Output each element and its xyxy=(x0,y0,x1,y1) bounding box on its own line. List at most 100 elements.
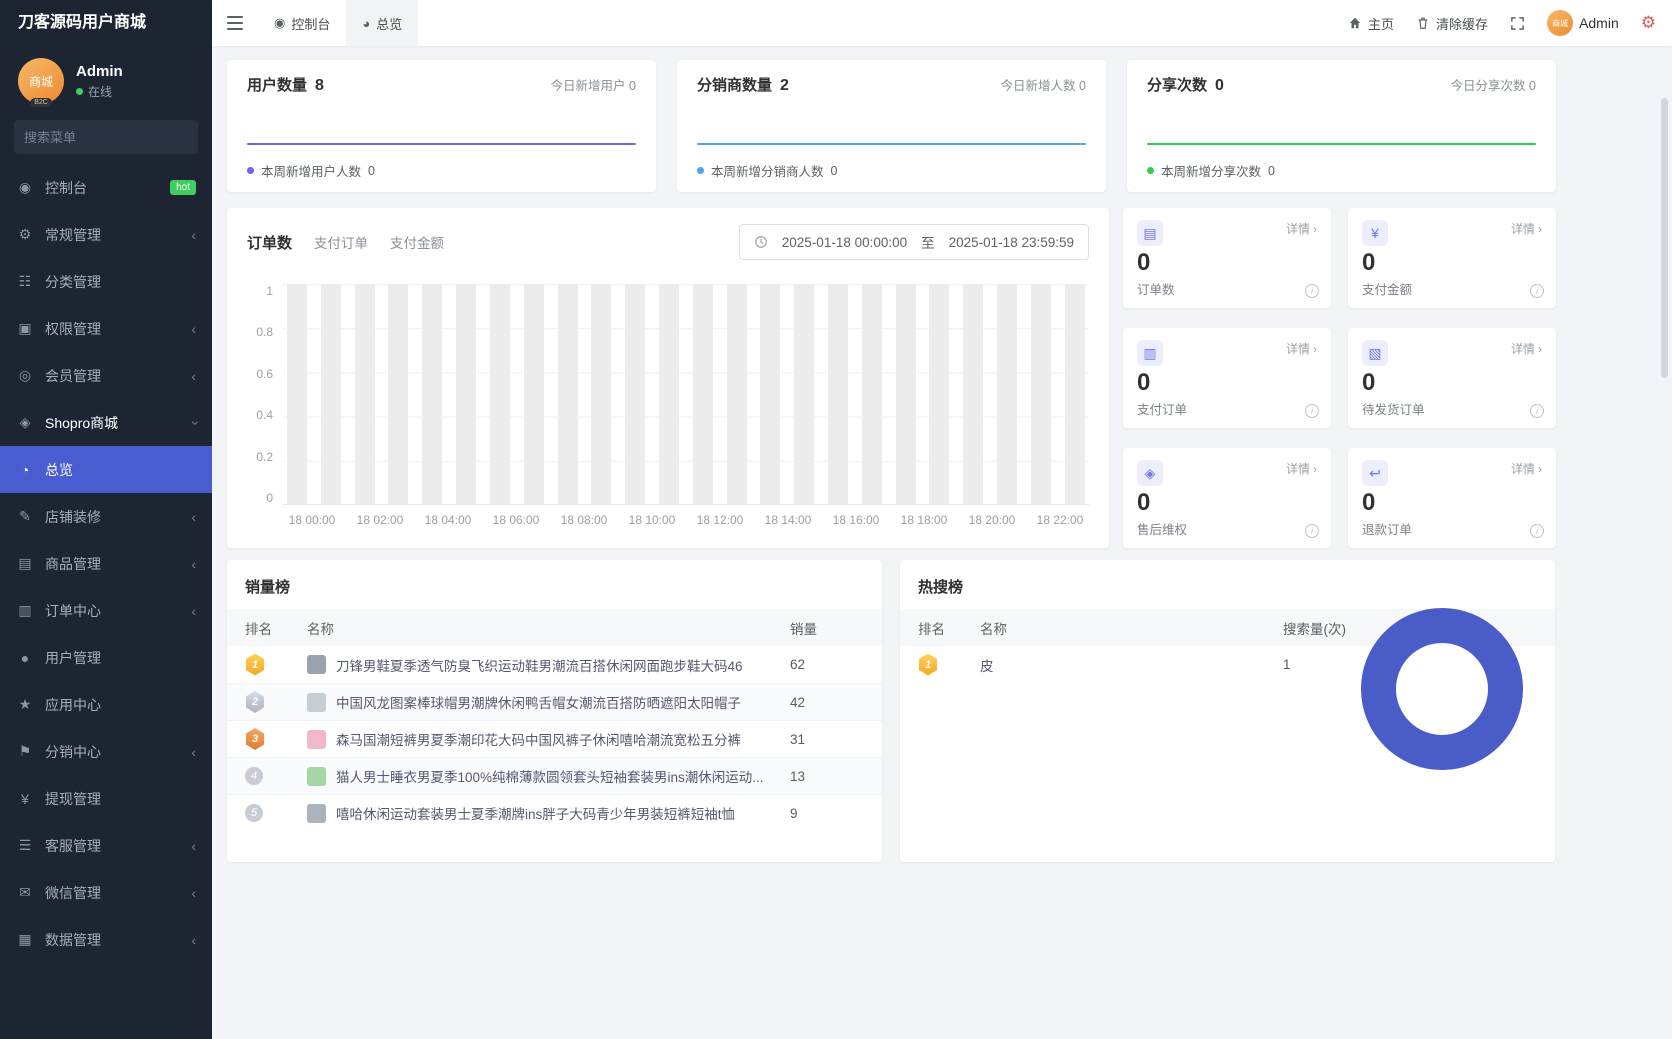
menu-toggle-icon[interactable] xyxy=(212,0,258,46)
sidebar-item-category[interactable]: ☷ 分类管理 xyxy=(0,258,212,305)
detail-link[interactable]: 详情 › xyxy=(1286,220,1317,237)
tab-label: 总览 xyxy=(376,16,403,32)
hot-search-title: 热搜榜 xyxy=(918,579,964,596)
arrow-right-icon: › xyxy=(1538,221,1542,236)
detail-link[interactable]: 详情 › xyxy=(1286,340,1317,357)
overview-icon: ◔ xyxy=(20,461,30,478)
table-row[interactable]: 5 嘻哈休闲运动套装男士夏季潮牌ins胖子大码青少年男装短裤短袖t恤 9 xyxy=(227,794,882,831)
info-icon[interactable]: i xyxy=(1305,404,1319,418)
stat-cards-row: 用户数量 8 今日新增用户 0 本周新增用户人数 0 分销商数量 2 今日新增人… xyxy=(227,60,1556,192)
sidebar-item-withdraw[interactable]: ¥ 提现管理 xyxy=(0,775,212,822)
sidebar-item-shopro[interactable]: ◈ Shopro商城 ‹ xyxy=(0,399,212,446)
user-profile[interactable]: 商城 B2C Admin 在线 xyxy=(0,46,212,114)
product-thumb xyxy=(307,655,326,674)
search-input[interactable] xyxy=(24,129,200,145)
keyword[interactable]: 皮 xyxy=(980,655,994,675)
sidebar-item-apps[interactable]: ★ 应用中心 xyxy=(0,681,212,728)
sidebar-item-orders[interactable]: ▥ 订单中心 ‹ xyxy=(0,587,212,634)
table-row[interactable]: 3 森马国潮短裤男夏季潮印花大码中国风裤子休闲嘻哈潮流宽松五分裤 31 xyxy=(227,720,882,757)
info-icon[interactable]: i xyxy=(1305,284,1319,298)
refund-icon: ↩ xyxy=(1362,460,1388,486)
rank-5-icon: 5 xyxy=(245,804,263,822)
tab-order-count[interactable]: 订单数 xyxy=(247,232,292,253)
fullscreen-button[interactable] xyxy=(1510,16,1525,31)
stat-today: 今日新增用户 0 xyxy=(550,79,636,93)
home-button[interactable]: 主页 xyxy=(1348,14,1394,33)
sidebar-item-users[interactable]: ● 用户管理 xyxy=(0,634,212,681)
date-range-picker[interactable]: 2025-01-18 00:00:00 至 2025-01-18 23:59:5… xyxy=(738,224,1089,260)
sidebar-item-service[interactable]: ☰ 客服管理 ‹ xyxy=(0,822,212,869)
sidebar-item-label: 微信管理 xyxy=(45,884,101,901)
info-icon[interactable]: i xyxy=(1530,524,1544,538)
detail-link[interactable]: 详情 › xyxy=(1511,460,1542,477)
user-icon: ● xyxy=(20,649,30,666)
arrow-right-icon: › xyxy=(1313,461,1317,476)
chevron-left-icon: ‹ xyxy=(191,931,196,948)
table-row[interactable]: 2 中国风龙图案棒球帽男潮牌休闲鸭舌帽女潮流百搭防晒遮阳太阳帽子 42 xyxy=(227,683,882,720)
chart-bar xyxy=(456,284,477,504)
clear-cache-button[interactable]: 清除缓存 xyxy=(1416,14,1488,33)
chart-bar xyxy=(1064,284,1085,504)
sidebar-item-general[interactable]: ⚙ 常规管理 ‹ xyxy=(0,211,212,258)
rank-4-icon: 4 xyxy=(245,767,263,785)
tab-pay-amount[interactable]: 支付金额 xyxy=(390,232,444,252)
bar-chart: 1 0.8 0.6 0.4 0.2 0 18 00:00 18 02:00 18 04:00 1 xyxy=(247,284,1089,532)
member-icon: ◎ xyxy=(18,367,32,383)
tab-pay-orders[interactable]: 支付订单 xyxy=(314,232,368,252)
sidebar-item-goods[interactable]: ▤ 商品管理 ‹ xyxy=(0,540,212,587)
chart-icon: ▦ xyxy=(18,931,32,947)
admin-menu[interactable]: 商城 Admin xyxy=(1547,10,1619,36)
order-chart-card: 订单数 支付订单 支付金额 2025-01-18 00:00:00 至 2025… xyxy=(227,208,1109,548)
detail-link[interactable]: 详情 › xyxy=(1286,460,1317,477)
sidebar-item-data[interactable]: ▦ 数据管理 ‹ xyxy=(0,916,212,963)
product-name[interactable]: 森马国潮短裤男夏季潮印花大码中国风裤子休闲嘻哈潮流宽松五分裤 xyxy=(336,729,741,749)
chevron-left-icon: ‹ xyxy=(191,743,196,760)
sidebar-item-permission[interactable]: ▣ 权限管理 ‹ xyxy=(0,305,212,352)
date-end: 2025-01-18 23:59:59 xyxy=(948,234,1074,250)
detail-link[interactable]: 详情 › xyxy=(1511,340,1542,357)
sidebar-item-console[interactable]: ◉ 控制台 hot xyxy=(0,164,212,211)
info-icon[interactable]: i xyxy=(1530,284,1544,298)
legend-dot-icon xyxy=(247,167,254,174)
y-axis-label: 0.2 xyxy=(256,449,273,464)
table-row[interactable]: 4 猫人男士睡衣男夏季100%纯棉薄款圆领套头短袖套装男ins潮休闲运动... … xyxy=(227,757,882,794)
tab-console[interactable]: ◉ 控制台 xyxy=(258,0,346,46)
x-axis-label: 18 06:00 xyxy=(492,513,540,527)
stat-today: 今日新增人数 0 xyxy=(1000,79,1086,93)
chart-bar xyxy=(287,284,307,504)
settings-gear-icon[interactable]: ⚙ xyxy=(1641,13,1656,33)
flag-icon: ⚑ xyxy=(18,743,32,759)
sidebar-item-wechat[interactable]: ✉ 微信管理 ‹ xyxy=(0,869,212,916)
shop-icon: ◈ xyxy=(19,414,31,430)
table-row[interactable]: 1 刀锋男鞋夏季透气防臭飞织运动鞋男潮流百搭休闲网面跑步鞋大码46 62 xyxy=(227,646,882,683)
chart-bar xyxy=(388,284,409,504)
sidebar-item-member[interactable]: ◎ 会员管理 ‹ xyxy=(0,352,212,399)
sidebar-item-distribution[interactable]: ⚑ 分销中心 ‹ xyxy=(0,728,212,775)
product-name[interactable]: 中国风龙图案棒球帽男潮牌休闲鸭舌帽女潮流百搭防晒遮阳太阳帽子 xyxy=(336,692,741,712)
brush-icon: ✎ xyxy=(19,508,31,524)
product-name[interactable]: 刀锋男鞋夏季透气防臭飞织运动鞋男潮流百搭休闲网面跑步鞋大码46 xyxy=(336,655,743,675)
sidebar-item-label: 店铺装修 xyxy=(45,508,101,525)
chevron-left-icon: ‹ xyxy=(191,555,196,572)
vertical-scrollbar[interactable] xyxy=(1661,98,1668,378)
y-axis-label: 0.6 xyxy=(256,366,273,381)
product-name[interactable]: 嘻哈休闲运动套装男士夏季潮牌ins胖子大码青少年男装短裤短袖t恤 xyxy=(336,803,735,823)
info-icon[interactable]: i xyxy=(1305,524,1319,538)
chart-bar xyxy=(861,284,882,504)
topbar-right: 主页 清除缓存 商城 Admin ⚙ xyxy=(1348,10,1672,36)
goods-icon: ▤ xyxy=(18,555,32,571)
sidebar-item-overview[interactable]: ◔ 总览 xyxy=(0,446,212,493)
tab-overview[interactable]: ◕ 总览 xyxy=(346,0,419,46)
medal-gold-icon: 1 xyxy=(246,653,264,676)
dashboard-icon: ◉ xyxy=(18,179,32,195)
product-name[interactable]: 猫人男士睡衣男夏季100%纯棉薄款圆领套头短袖套装男ins潮休闲运动... xyxy=(336,766,764,786)
product-thumb xyxy=(307,803,326,823)
sidebar-item-label: 客服管理 xyxy=(45,837,101,854)
detail-link[interactable]: 详情 › xyxy=(1511,220,1542,237)
stat-card-distributors: 分销商数量 2 今日新增人数 0 本周新增分销商人数 0 xyxy=(677,60,1106,192)
chart-bar xyxy=(895,284,916,504)
info-icon[interactable]: i xyxy=(1530,404,1544,418)
chevron-left-icon: ‹ xyxy=(191,508,196,525)
sparkline xyxy=(697,143,1086,145)
sidebar-item-decoration[interactable]: ✎ 店铺装修 ‹ xyxy=(0,493,212,540)
